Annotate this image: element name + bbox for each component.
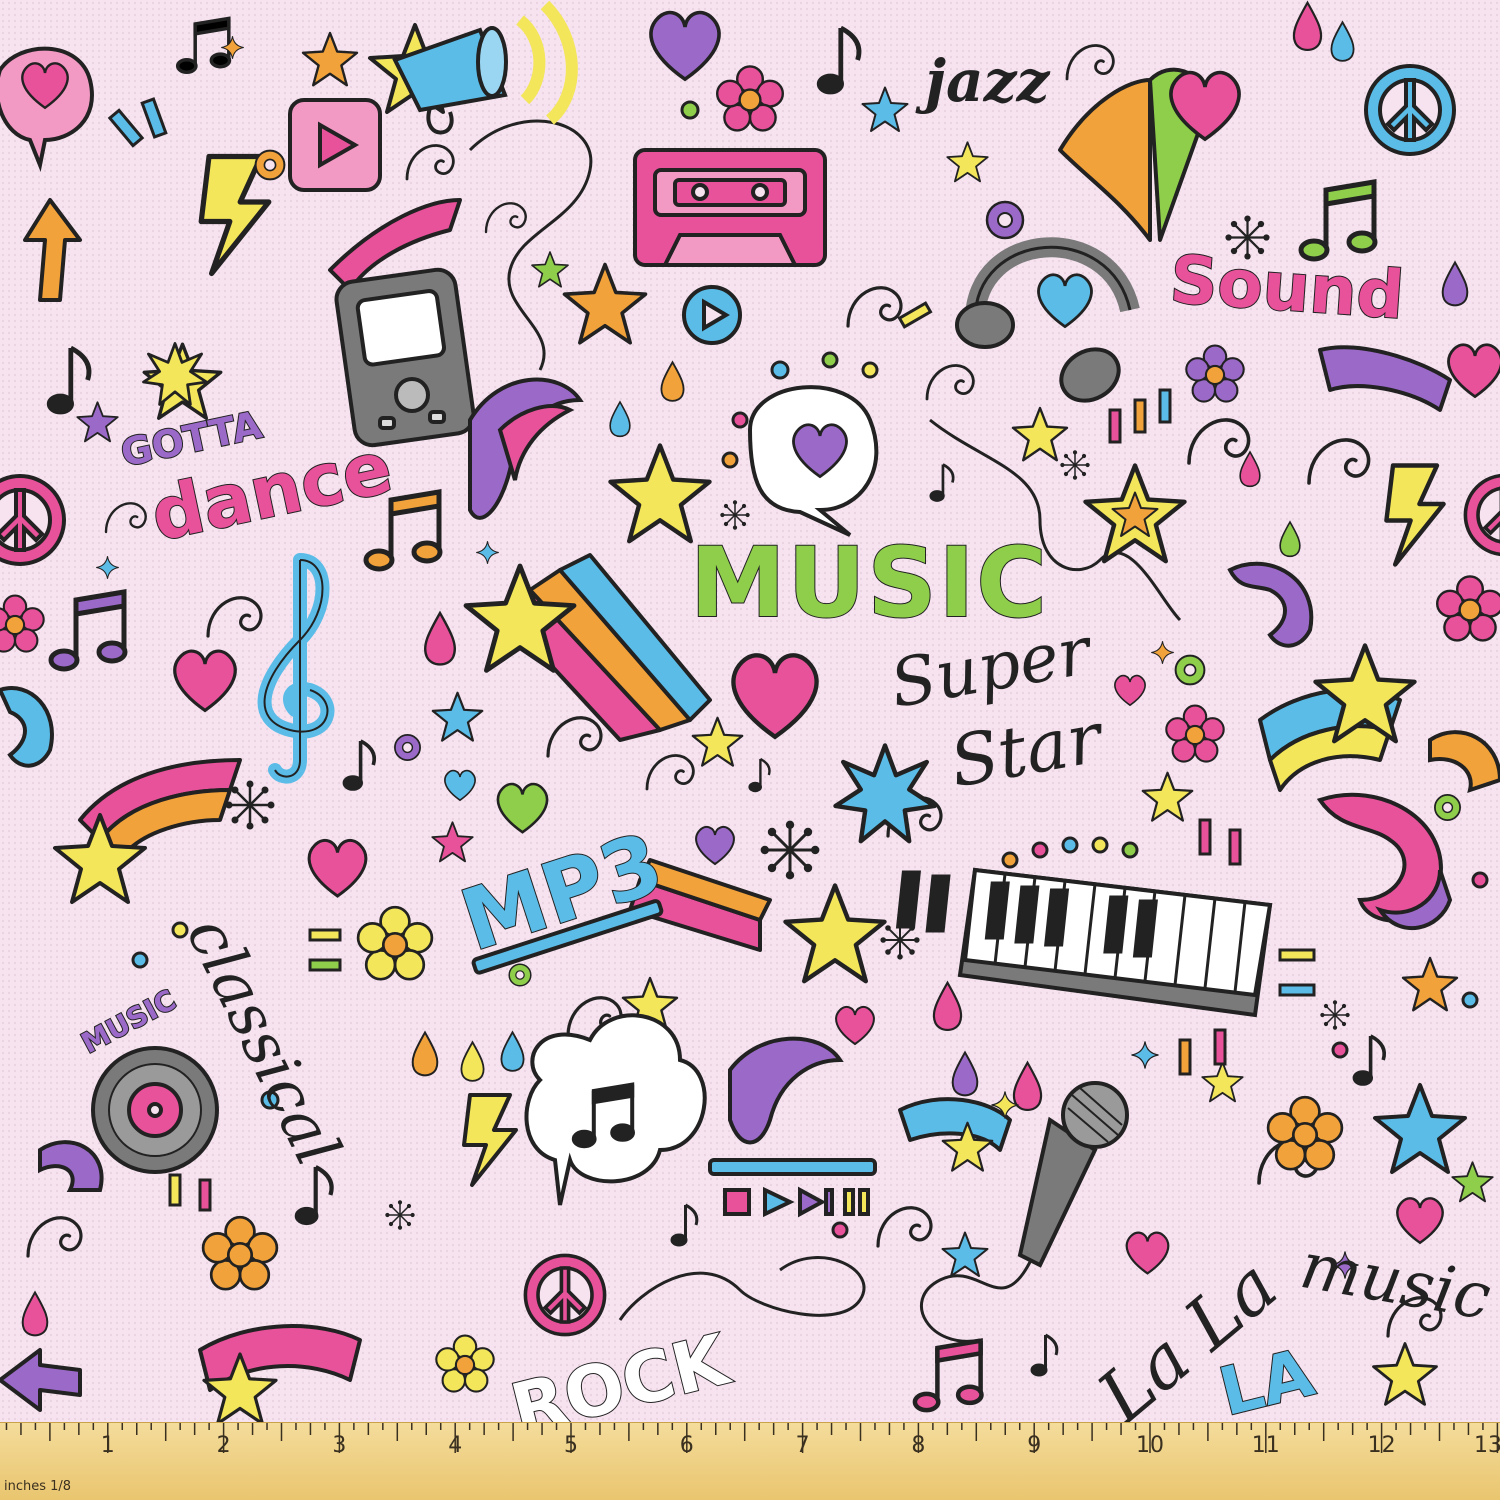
ruler-number: 11	[1251, 1433, 1280, 1458]
mp3-player	[334, 267, 476, 448]
vinyl-record	[91, 1046, 219, 1174]
ruler-number: 10	[1136, 1433, 1164, 1458]
word-jazz: jazz	[925, 47, 1050, 115]
ruler-number: 5	[564, 1433, 578, 1458]
ruler-number: 4	[448, 1433, 463, 1458]
ruler-unit-label: inches 1/8	[4, 1479, 72, 1494]
ruler-number: 6	[679, 1433, 694, 1458]
ruler-number: 13	[1474, 1433, 1500, 1458]
word-music: MUSIC	[689, 527, 1049, 639]
ruler-number: 3	[332, 1433, 347, 1458]
ruler-number: 12	[1367, 1433, 1396, 1458]
ruler-number: 2	[216, 1433, 231, 1458]
cassette-tape	[633, 148, 827, 267]
doodle-artwork	[0, 0, 1500, 1422]
ruler-number: 1	[100, 1433, 115, 1458]
measuring-ruler: 1 2 3 4 5 6 7 8 9 10 11 12 13 inches 1/8	[0, 1422, 1500, 1500]
ruler-number: 9	[1027, 1433, 1042, 1458]
ruler-number: 8	[911, 1433, 926, 1458]
ruler-number: 7	[795, 1433, 810, 1458]
fabric-pattern: jazz Sound GOTTA dance MUSIC Super Star …	[0, 0, 1500, 1500]
word-sound: Sound	[1167, 240, 1408, 335]
